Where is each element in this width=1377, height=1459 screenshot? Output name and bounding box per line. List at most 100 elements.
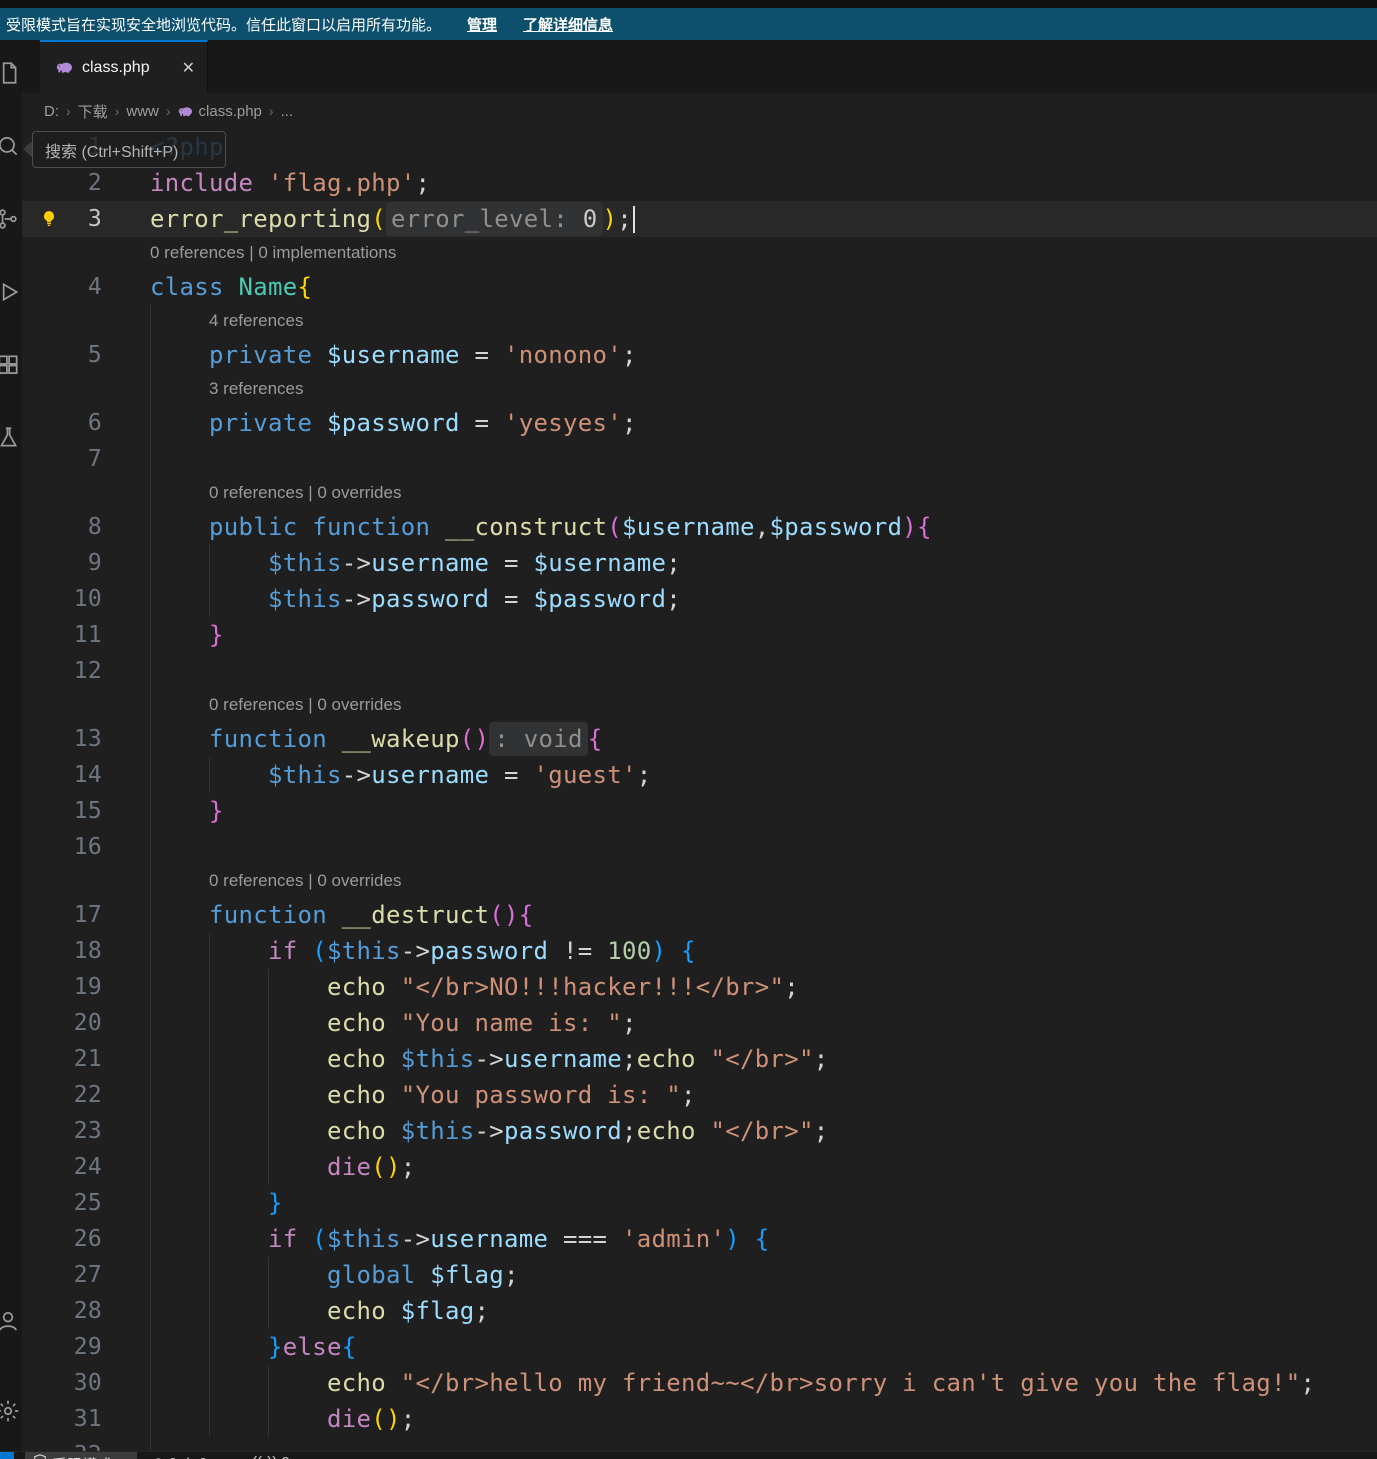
codelens-link[interactable]: 3 references xyxy=(209,373,304,405)
breadcrumb-item-D[interactable]: D: xyxy=(44,103,59,120)
breadcrumb-item-classphp[interactable]: class.php xyxy=(178,103,262,120)
code-token xyxy=(150,585,268,613)
status-ports[interactable]: ((•)) 0 xyxy=(252,1454,290,1459)
code-token xyxy=(150,1117,327,1145)
codelens-row[interactable]: 0 references | 0 implementations xyxy=(22,237,1377,269)
extensions-icon[interactable] xyxy=(0,352,21,378)
code-line[interactable]: 20 echo "You name is: "; xyxy=(22,1005,1377,1041)
code-line-content: echo "You name is: "; xyxy=(150,1005,637,1041)
testing-icon[interactable] xyxy=(0,425,21,451)
codelens-row[interactable]: 0 references | 0 overrides xyxy=(22,689,1377,721)
codelens-link[interactable]: 0 references | 0 implementations xyxy=(150,237,396,269)
indent-guide xyxy=(150,305,151,337)
code-token: $flag xyxy=(430,1261,504,1289)
search-tooltip-label: 搜索 (Ctrl+Shift+P) xyxy=(45,138,178,162)
codelens-row[interactable]: 0 references | 0 overrides xyxy=(22,865,1377,897)
tab-title: class.php xyxy=(82,59,150,77)
code-token: $this xyxy=(268,585,342,613)
code-line[interactable]: 22 echo "You password is: "; xyxy=(22,1077,1377,1113)
explorer-icon[interactable] xyxy=(0,60,21,86)
code-token: ; xyxy=(637,761,652,789)
code-line[interactable]: 19 echo "</br>NO!!!hacker!!!</br>"; xyxy=(22,969,1377,1005)
code-token: , xyxy=(755,513,770,541)
breadcrumb-separator: › xyxy=(166,103,171,119)
code-line[interactable]: 16 xyxy=(22,829,1377,865)
code-line[interactable]: 21 echo $this->username;echo "</br>"; xyxy=(22,1041,1377,1077)
code-line[interactable]: 29 }else{ xyxy=(22,1329,1377,1365)
tooltip-arrow xyxy=(23,141,32,157)
code-token: __construct xyxy=(445,513,607,541)
code-token: 'nonono' xyxy=(504,341,622,369)
code-line[interactable]: 26 if ($this->username === 'admin') { xyxy=(22,1221,1377,1257)
code-token: $this xyxy=(327,1225,401,1253)
code-token: die xyxy=(327,1153,371,1181)
code-line[interactable]: 4class Name{ xyxy=(22,269,1377,305)
code-line[interactable]: 14 $this->username = 'guest'; xyxy=(22,757,1377,793)
remote-indicator[interactable] xyxy=(0,1452,14,1459)
code-line[interactable]: 15 } xyxy=(22,793,1377,829)
code-token: $password xyxy=(770,513,903,541)
warnings-icon: ⚠ xyxy=(181,1455,194,1459)
code-token xyxy=(150,1045,327,1073)
code-line[interactable]: 28 echo $flag; xyxy=(22,1293,1377,1329)
code-line[interactable]: 32 xyxy=(22,1437,1377,1451)
account-icon[interactable] xyxy=(0,1308,21,1334)
codelens-link[interactable]: 0 references | 0 overrides xyxy=(209,477,401,509)
breadcrumb-item-www[interactable]: www xyxy=(126,103,159,120)
code-line[interactable]: 2include 'flag.php'; xyxy=(22,165,1377,201)
tab-class-php[interactable]: class.php ✕ xyxy=(40,40,208,93)
code-line-content: $this->username = 'guest'; xyxy=(150,757,652,793)
code-line-content: echo "</br>hello my friend~~</br>sorry i… xyxy=(150,1365,1315,1401)
code-line[interactable]: 11 } xyxy=(22,617,1377,653)
code-token: private xyxy=(209,409,312,437)
code-token: -> xyxy=(342,549,372,577)
codelens-link[interactable]: 0 references | 0 overrides xyxy=(209,689,401,721)
code-token: () xyxy=(371,1405,401,1433)
codelens-link[interactable]: 4 references xyxy=(209,305,304,337)
code-line[interactable]: 27 global $flag; xyxy=(22,1257,1377,1293)
code-token xyxy=(740,1225,755,1253)
codelens-link[interactable]: 0 references | 0 overrides xyxy=(209,865,401,897)
code-line[interactable]: 30 echo "</br>hello my friend~~</br>sorr… xyxy=(22,1365,1377,1401)
code-line[interactable]: 25 } xyxy=(22,1185,1377,1221)
status-restricted-mode[interactable]: 受限模式 xyxy=(25,1452,137,1459)
code-line[interactable]: 24 die(); xyxy=(22,1149,1377,1185)
code-line[interactable]: 12 xyxy=(22,653,1377,689)
code-token xyxy=(150,1009,327,1037)
code-line[interactable]: 9 $this->username = $username; xyxy=(22,545,1377,581)
code-line[interactable]: 6 private $password = 'yesyes'; xyxy=(22,405,1377,441)
code-token xyxy=(386,1009,401,1037)
code-line[interactable]: 3error_reporting(error_level: 0); xyxy=(22,201,1377,237)
code-token xyxy=(150,1153,327,1181)
code-line[interactable]: 23 echo $this->password;echo "</br>"; xyxy=(22,1113,1377,1149)
code-line[interactable]: 13 function __wakeup(): void{ xyxy=(22,721,1377,757)
manage-link[interactable]: 管理 xyxy=(467,14,497,35)
code-token: -> xyxy=(342,585,372,613)
code-token xyxy=(386,1081,401,1109)
breadcrumb-item-[interactable]: ... xyxy=(281,103,294,120)
code-line[interactable]: 7 xyxy=(22,441,1377,477)
breadcrumb-item-[interactable]: 下载 xyxy=(78,101,108,122)
code-line-content: include 'flag.php'; xyxy=(150,165,430,201)
code-line[interactable]: 18 if ($this->password != 100) { xyxy=(22,933,1377,969)
breadcrumb-separator: › xyxy=(66,103,71,119)
settings-icon[interactable] xyxy=(0,1398,21,1424)
tab-close-icon[interactable]: ✕ xyxy=(182,58,195,78)
editor-code-area[interactable]: 1<?php2include 'flag.php';3error_reporti… xyxy=(22,129,1377,1451)
code-token: ; xyxy=(622,1045,637,1073)
code-line[interactable]: 31 die(); xyxy=(22,1401,1377,1437)
code-token xyxy=(150,725,209,753)
source-control-icon[interactable] xyxy=(0,206,21,232)
run-debug-icon[interactable] xyxy=(0,279,21,305)
code-line[interactable]: 5 private $username = 'nonono'; xyxy=(22,337,1377,373)
status-problems[interactable]: ⊘ 0 ⚠ 0 xyxy=(152,1454,207,1459)
codelens-row[interactable]: 3 references xyxy=(22,373,1377,405)
learn-more-link[interactable]: 了解详细信息 xyxy=(523,14,613,35)
codelens-row[interactable]: 4 references xyxy=(22,305,1377,337)
code-line[interactable]: 17 function __destruct(){ xyxy=(22,897,1377,933)
search-icon[interactable] xyxy=(0,133,21,159)
codelens-row[interactable]: 0 references | 0 overrides xyxy=(22,477,1377,509)
code-line[interactable]: 8 public function __construct($username,… xyxy=(22,509,1377,545)
code-line[interactable]: 10 $this->password = $password; xyxy=(22,581,1377,617)
code-token: echo xyxy=(637,1117,696,1145)
